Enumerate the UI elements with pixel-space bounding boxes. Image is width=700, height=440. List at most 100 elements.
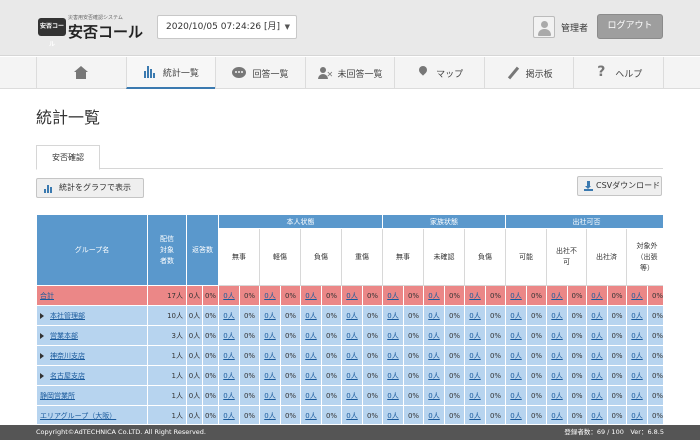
group-name-link[interactable]: 静岡営業所 <box>40 392 75 400</box>
status-count-link[interactable]: 0人 <box>591 292 602 300</box>
status-count-link[interactable]: 0人 <box>346 392 357 400</box>
status-count-link[interactable]: 0人 <box>591 412 602 420</box>
status-count-cell[interactable]: 0人 <box>423 385 445 406</box>
status-count-link[interactable]: 0人 <box>305 352 316 360</box>
status-count-cell[interactable]: 0人 <box>341 305 363 326</box>
expand-arrow-icon[interactable] <box>40 332 44 339</box>
status-count-cell[interactable]: 0人 <box>546 325 569 346</box>
status-count-cell[interactable]: 0人 <box>382 405 404 424</box>
status-count-cell[interactable]: 0人 <box>586 285 609 306</box>
csv-download-button[interactable]: CSVダウンロード <box>577 176 662 196</box>
status-count-link[interactable]: 0人 <box>428 332 439 340</box>
status-count-cell[interactable]: 0人 <box>626 365 649 386</box>
status-count-link[interactable]: 0人 <box>305 292 316 300</box>
status-count-link[interactable]: 0人 <box>223 372 234 380</box>
status-count-cell[interactable]: 0人 <box>300 305 322 326</box>
status-count-cell[interactable]: 0人 <box>546 305 569 326</box>
status-count-link[interactable]: 0人 <box>551 372 562 380</box>
status-count-link[interactable]: 0人 <box>387 292 398 300</box>
status-count-cell[interactable]: 0人 <box>546 385 569 406</box>
status-count-cell[interactable]: 0人 <box>423 405 445 424</box>
nav-help[interactable]: ? ヘルプ <box>573 57 665 89</box>
status-count-link[interactable]: 0人 <box>510 312 521 320</box>
status-count-link[interactable]: 0人 <box>510 352 521 360</box>
status-count-cell[interactable]: 0人 <box>382 365 404 386</box>
status-count-link[interactable]: 0人 <box>469 372 480 380</box>
status-count-link[interactable]: 0人 <box>305 332 316 340</box>
status-count-link[interactable]: 0人 <box>346 352 357 360</box>
status-count-cell[interactable]: 0人 <box>423 365 445 386</box>
status-count-link[interactable]: 0人 <box>387 412 398 420</box>
nav-map[interactable]: マップ <box>394 57 484 89</box>
status-count-cell[interactable]: 0人 <box>626 305 649 326</box>
status-count-link[interactable]: 0人 <box>551 312 562 320</box>
status-count-cell[interactable]: 0人 <box>300 385 322 406</box>
status-count-link[interactable]: 0人 <box>469 292 480 300</box>
status-count-cell[interactable]: 0人 <box>259 365 281 386</box>
status-count-cell[interactable]: 0人 <box>505 365 528 386</box>
status-count-cell[interactable]: 0人 <box>341 365 363 386</box>
status-count-cell[interactable]: 0人 <box>464 405 486 424</box>
status-count-cell[interactable]: 0人 <box>382 325 404 346</box>
status-count-cell[interactable]: 0人 <box>464 345 486 366</box>
status-count-link[interactable]: 0人 <box>469 392 480 400</box>
status-count-link[interactable]: 0人 <box>305 392 316 400</box>
status-count-cell[interactable]: 0人 <box>300 345 322 366</box>
group-name-cell[interactable]: 本社管理部 <box>36 305 148 326</box>
nav-statistics[interactable]: 統計一覧 <box>125 57 216 89</box>
group-name-link[interactable]: 合計 <box>40 292 54 300</box>
status-count-cell[interactable]: 0人 <box>626 345 649 366</box>
status-count-cell[interactable]: 0人 <box>382 345 404 366</box>
status-count-link[interactable]: 0人 <box>469 412 480 420</box>
status-count-link[interactable]: 0人 <box>305 372 316 380</box>
nav-unanswered[interactable]: ✕ 未回答一覧 <box>304 57 395 89</box>
status-count-cell[interactable]: 0人 <box>382 285 404 306</box>
group-name-cell[interactable]: エリアグループ（大阪） <box>36 405 148 424</box>
group-name-cell[interactable]: 営業本部 <box>36 325 148 346</box>
status-count-cell[interactable]: 0人 <box>626 285 649 306</box>
status-count-link[interactable]: 0人 <box>223 412 234 420</box>
status-count-cell[interactable]: 0人 <box>423 305 445 326</box>
status-count-cell[interactable]: 0人 <box>505 405 528 424</box>
status-count-cell[interactable]: 0人 <box>586 325 609 346</box>
status-count-cell[interactable]: 0人 <box>259 385 281 406</box>
status-count-cell[interactable]: 0人 <box>546 405 569 424</box>
status-count-cell[interactable]: 0人 <box>586 385 609 406</box>
status-count-cell[interactable]: 0人 <box>505 385 528 406</box>
status-count-cell[interactable]: 0人 <box>218 305 240 326</box>
status-count-cell[interactable]: 0人 <box>259 325 281 346</box>
expand-arrow-icon[interactable] <box>40 372 44 379</box>
status-count-cell[interactable]: 0人 <box>259 285 281 306</box>
expand-arrow-icon[interactable] <box>40 352 44 359</box>
status-count-cell[interactable]: 0人 <box>464 385 486 406</box>
tab-safety-confirmation[interactable]: 安否確認 <box>36 145 100 170</box>
nav-board[interactable]: 掲示板 <box>483 57 574 89</box>
status-count-link[interactable]: 0人 <box>223 332 234 340</box>
status-count-link[interactable]: 0人 <box>551 352 562 360</box>
status-count-cell[interactable]: 0人 <box>218 325 240 346</box>
status-count-cell[interactable]: 0人 <box>546 345 569 366</box>
status-count-link[interactable]: 0人 <box>346 332 357 340</box>
status-count-cell[interactable]: 0人 <box>259 305 281 326</box>
status-count-cell[interactable]: 0人 <box>300 365 322 386</box>
status-count-cell[interactable]: 0人 <box>341 325 363 346</box>
status-count-link[interactable]: 0人 <box>631 392 642 400</box>
status-count-link[interactable]: 0人 <box>631 352 642 360</box>
status-count-link[interactable]: 0人 <box>510 412 521 420</box>
status-count-link[interactable]: 0人 <box>510 292 521 300</box>
status-count-cell[interactable]: 0人 <box>341 385 363 406</box>
status-count-link[interactable]: 0人 <box>428 372 439 380</box>
status-count-cell[interactable]: 0人 <box>626 325 649 346</box>
status-count-cell[interactable]: 0人 <box>218 405 240 424</box>
status-count-link[interactable]: 0人 <box>387 352 398 360</box>
status-count-link[interactable]: 0人 <box>551 392 562 400</box>
status-count-link[interactable]: 0人 <box>631 372 642 380</box>
status-count-cell[interactable]: 0人 <box>464 285 486 306</box>
status-count-cell[interactable]: 0人 <box>259 345 281 366</box>
logout-button[interactable]: ログアウト <box>597 14 663 39</box>
status-count-link[interactable]: 0人 <box>223 292 234 300</box>
status-count-link[interactable]: 0人 <box>387 372 398 380</box>
status-count-cell[interactable]: 0人 <box>505 345 528 366</box>
status-count-link[interactable]: 0人 <box>469 332 480 340</box>
status-count-cell[interactable]: 0人 <box>218 345 240 366</box>
